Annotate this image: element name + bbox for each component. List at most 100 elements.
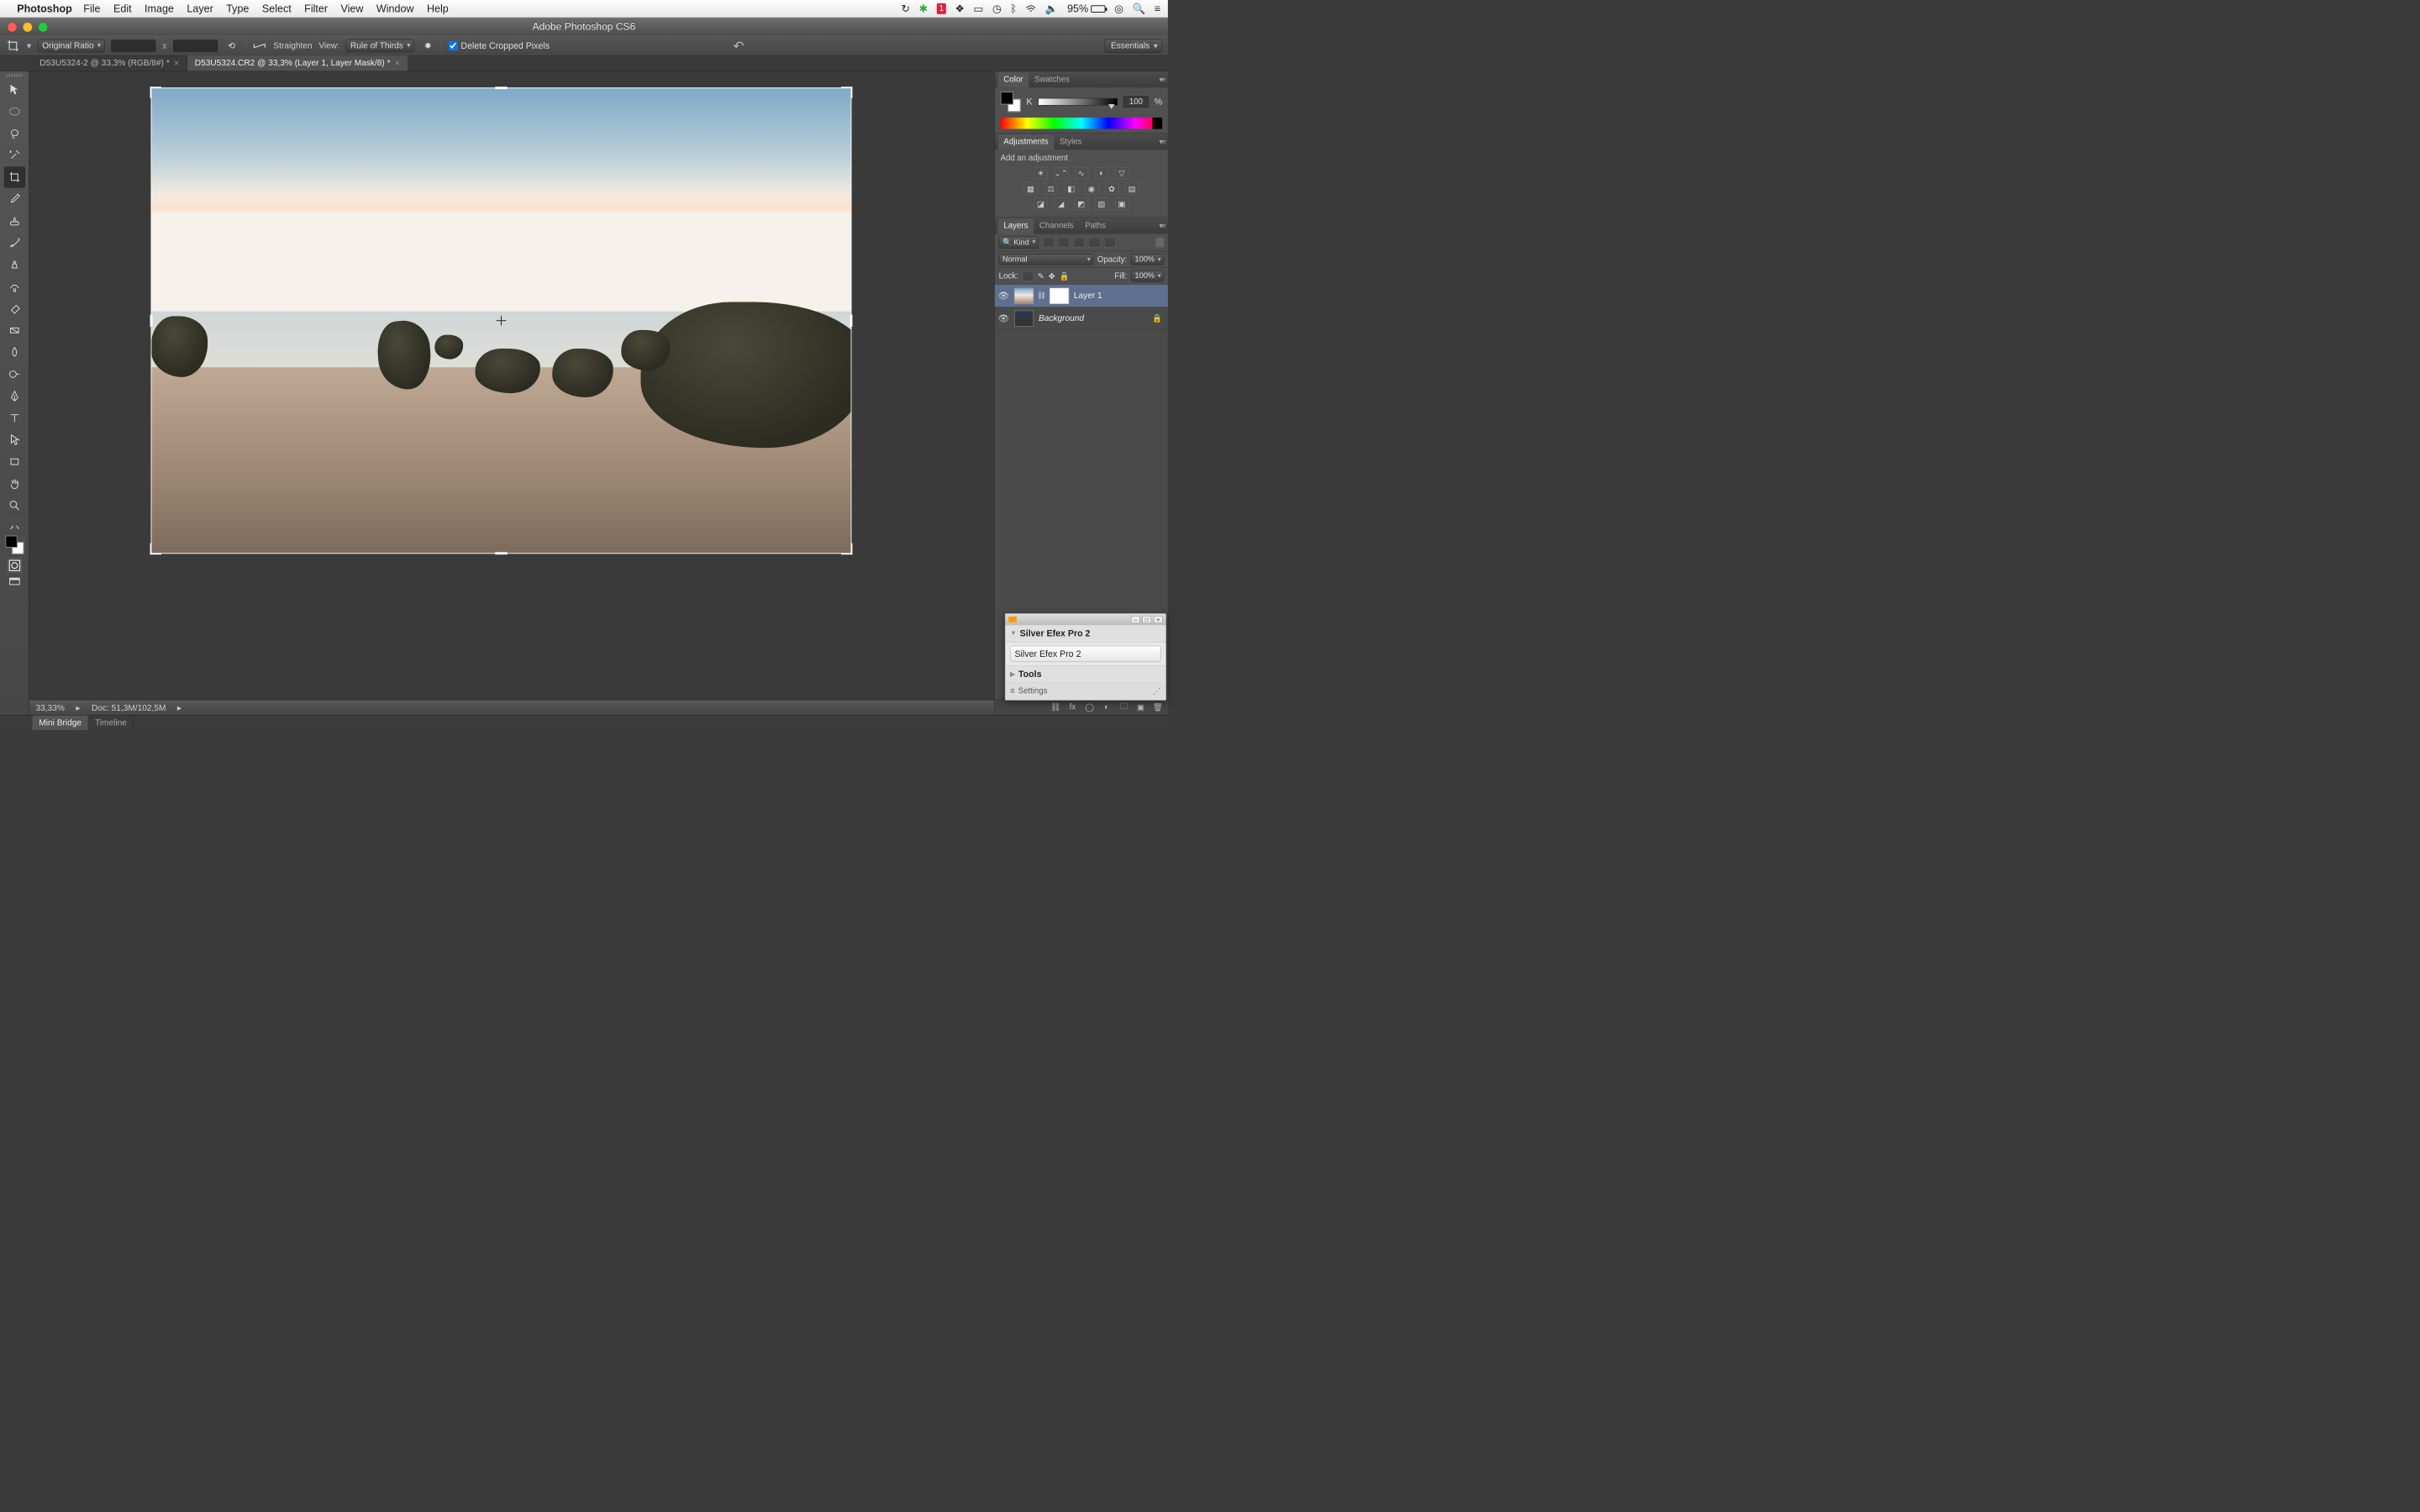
layer-thumbnail[interactable] — [1014, 287, 1034, 303]
battery-status[interactable]: 95% — [1067, 3, 1105, 15]
tab-paths[interactable]: Paths — [1079, 219, 1111, 234]
menu-filter[interactable]: Filter — [304, 3, 328, 15]
crop-handle-tl[interactable] — [150, 87, 162, 98]
lock-all-icon[interactable]: 🔒 — [1060, 271, 1070, 281]
hand-tool[interactable] — [4, 473, 25, 494]
layer-style-icon[interactable]: fx — [1066, 701, 1078, 712]
crop-tool-icon[interactable] — [6, 39, 20, 53]
color-swatches[interactable] — [1001, 92, 1021, 112]
menu-select[interactable]: Select — [262, 3, 292, 15]
close-tab-icon[interactable]: ✕ — [174, 59, 180, 67]
layer-item-1[interactable]: 👁 Background 🔒 — [995, 307, 1168, 330]
float-panel-tools-row[interactable]: ▶ Tools — [1005, 665, 1165, 683]
visibility-icon[interactable]: 👁 — [995, 291, 1013, 302]
threshold-icon[interactable]: ◩ — [1075, 198, 1088, 210]
path-selection-tool[interactable] — [4, 429, 25, 450]
sync-icon[interactable]: ↻ — [902, 3, 911, 15]
brush-tool[interactable] — [4, 233, 25, 254]
invert-icon[interactable]: ◪ — [1034, 198, 1047, 210]
document-tab-0[interactable]: D53U5324-2 @ 33,3% (RGB/8#) * ✕ — [33, 55, 187, 71]
tab-adjustments[interactable]: Adjustments — [998, 134, 1055, 150]
reset-crop-icon[interactable]: ↶ — [734, 38, 744, 53]
silver-efex-panel[interactable]: – □ × ▼ Silver Efex Pro 2 Silver Efex Pr… — [1005, 613, 1166, 701]
link-layers-icon[interactable]: ⛓ — [1050, 701, 1061, 712]
layer-name[interactable]: Layer 1 — [1074, 291, 1102, 301]
dodge-tool[interactable] — [4, 364, 25, 385]
swap-colors-icon[interactable] — [4, 522, 25, 533]
compass-icon[interactable]: ◎ — [1114, 3, 1123, 15]
tab-swatches[interactable]: Swatches — [1028, 72, 1075, 87]
layer-filter-kind[interactable]: 🔍Kind — [999, 236, 1039, 248]
history-brush-tool[interactable] — [4, 276, 25, 297]
crop-tool[interactable] — [4, 166, 25, 187]
fill-field[interactable]: 100% — [1131, 270, 1164, 282]
eraser-tool[interactable] — [4, 298, 25, 319]
lock-transparency-icon[interactable] — [1023, 271, 1034, 281]
visibility-icon[interactable]: 👁 — [995, 313, 1013, 324]
app-name[interactable]: Photoshop — [17, 3, 72, 15]
crop-handle-l[interactable] — [150, 314, 153, 326]
tab-color[interactable]: Color — [998, 72, 1029, 87]
hue-icon[interactable]: ▦ — [1023, 182, 1037, 194]
blend-mode-select[interactable]: Normal — [999, 254, 1093, 265]
elephant-icon[interactable]: ❖ — [955, 3, 965, 15]
screen-mode-button[interactable] — [4, 573, 25, 589]
maximize-icon[interactable]: □ — [1142, 616, 1151, 623]
silver-efex-button[interactable]: Silver Efex Pro 2 — [1010, 646, 1161, 662]
swap-dimensions-icon[interactable]: ⟲ — [224, 39, 239, 53]
workspace-select[interactable]: Essentials — [1105, 39, 1162, 52]
filter-pixel-icon[interactable] — [1043, 238, 1055, 248]
layer-thumbnail[interactable] — [1014, 310, 1034, 326]
tab-timeline[interactable]: Timeline — [88, 716, 134, 730]
k-slider[interactable] — [1038, 98, 1118, 106]
rectangle-tool[interactable] — [4, 451, 25, 472]
layer-name[interactable]: Background — [1039, 313, 1084, 323]
channel-mixer-icon[interactable]: ✿ — [1105, 182, 1118, 194]
airplay-icon[interactable]: ▭ — [973, 3, 983, 15]
volume-icon[interactable]: 🔈 — [1045, 3, 1059, 15]
pen-tool[interactable] — [4, 386, 25, 407]
menu-window[interactable]: Window — [376, 3, 414, 15]
move-tool[interactable] — [4, 79, 25, 100]
crop-frame[interactable] — [151, 87, 852, 554]
gradient-tool[interactable] — [4, 320, 25, 341]
layer-item-0[interactable]: 👁 ⛓ Layer 1 — [995, 285, 1168, 307]
document-tab-1[interactable]: D53U5324.CR2 @ 33,3% (Layer 1, Layer Mas… — [187, 55, 408, 71]
tab-channels[interactable]: Channels — [1034, 219, 1079, 234]
new-group-icon[interactable]: 🗀 — [1118, 701, 1129, 712]
float-panel-titlebar[interactable]: – □ × — [1005, 614, 1165, 626]
vibrance-icon[interactable]: ▽ — [1115, 167, 1128, 179]
menu-view[interactable]: View — [340, 3, 363, 15]
color-balance-icon[interactable]: ⚖ — [1044, 182, 1057, 194]
crop-handle-bl[interactable] — [150, 543, 162, 555]
timemachine-icon[interactable]: ◷ — [992, 3, 1002, 15]
curves-icon[interactable]: ∿ — [1075, 167, 1088, 179]
brightness-icon[interactable]: ☀ — [1034, 167, 1047, 179]
crop-height-field[interactable] — [173, 39, 218, 51]
crop-options-gear-icon[interactable]: ✹ — [421, 39, 435, 53]
zoom-level[interactable]: 33,33% — [35, 703, 64, 713]
aspect-ratio-select[interactable]: Original Ratio — [38, 39, 105, 52]
notification-icon[interactable]: ≡ — [1155, 3, 1160, 15]
filter-adjustment-icon[interactable] — [1058, 238, 1070, 248]
exposure-icon[interactable]: ◐ — [1095, 167, 1108, 179]
lock-pixels-icon[interactable]: ✎ — [1038, 271, 1044, 281]
tab-layers[interactable]: Layers — [998, 219, 1034, 234]
close-tab-icon[interactable]: ✕ — [394, 59, 400, 67]
panel-menu-icon[interactable]: ▾≡ — [1159, 76, 1165, 84]
panel-grip[interactable] — [6, 74, 22, 77]
close-icon[interactable]: × — [1154, 616, 1163, 623]
blur-tool[interactable] — [4, 342, 25, 363]
photo-filter-icon[interactable]: ◉ — [1085, 182, 1098, 194]
float-panel-settings-row[interactable]: ≡ Settings ⋰ — [1005, 683, 1165, 700]
bw-icon[interactable]: ◧ — [1065, 182, 1078, 194]
straighten-label[interactable]: Straighten — [273, 41, 312, 51]
tab-mini-bridge[interactable]: Mini Bridge — [33, 716, 89, 730]
menu-layer[interactable]: Layer — [187, 3, 213, 15]
resize-grip-icon[interactable]: ⋰ — [1153, 686, 1161, 696]
minimize-icon[interactable]: – — [1131, 616, 1140, 623]
canvas-area[interactable]: 33,33% ▸ Doc: 51,3M/102,5M ▸ — [29, 71, 995, 715]
type-tool[interactable] — [4, 407, 25, 428]
delete-cropped-input[interactable] — [449, 41, 458, 50]
eyedropper-tool[interactable] — [4, 188, 25, 209]
